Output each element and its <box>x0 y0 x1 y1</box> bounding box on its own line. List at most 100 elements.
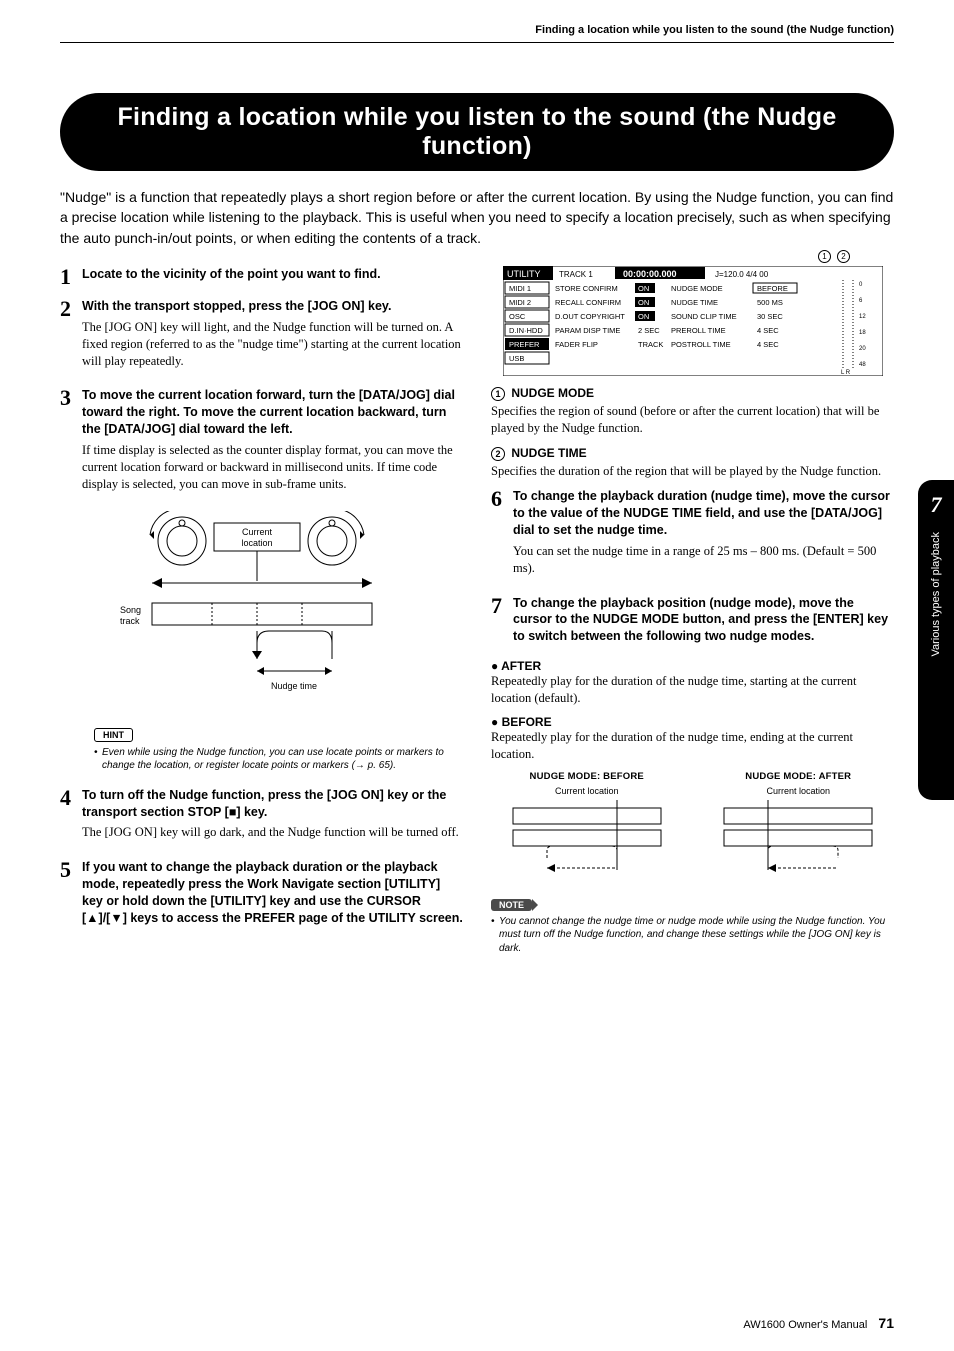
svg-text:FADER FLIP: FADER FLIP <box>555 340 598 349</box>
callout-1-ref: 1 <box>491 387 505 401</box>
running-header: Finding a location while you listen to t… <box>60 24 894 43</box>
svg-text:ON: ON <box>638 298 649 307</box>
step-text: If time display is selected as the count… <box>82 442 463 493</box>
mode-after-title: NUDGE MODE: AFTER <box>703 771 895 782</box>
svg-text:48: 48 <box>859 362 866 368</box>
step-5: 5 If you want to change the playback dur… <box>60 859 463 931</box>
callout-2-ref: 2 <box>491 447 505 461</box>
svg-text:USB: USB <box>509 354 524 363</box>
svg-text:TRACK: TRACK <box>638 340 663 349</box>
intro-text: "Nudge" is a function that repeatedly pl… <box>60 187 894 248</box>
mode-before-text: Repeatedly play for the duration of the … <box>491 729 894 763</box>
svg-text:20: 20 <box>859 346 866 352</box>
svg-text:18: 18 <box>859 330 866 336</box>
step-heading: To change the playback duration (nudge t… <box>513 488 894 539</box>
step-heading: If you want to change the playback durat… <box>82 859 463 927</box>
param-text: Specifies the duration of the region tha… <box>491 463 894 480</box>
svg-text:D.IN·HDD: D.IN·HDD <box>509 326 543 335</box>
param-nudge-mode: 1 NUDGE MODE <box>491 386 894 401</box>
hint-label: HINT <box>94 728 133 742</box>
step-2: 2 With the transport stopped, press the … <box>60 298 463 378</box>
svg-text:POSTROLL TIME: POSTROLL TIME <box>671 340 731 349</box>
step-4: 4 To turn off the Nudge function, press … <box>60 787 463 850</box>
left-column: 1 Locate to the vicinity of the point yo… <box>60 266 463 969</box>
param-nudge-time: 2 NUDGE TIME <box>491 446 894 461</box>
page-number: 71 <box>878 1315 894 1331</box>
song-track-label: Song <box>120 605 141 615</box>
svg-text:SOUND CLIP TIME: SOUND CLIP TIME <box>671 312 737 321</box>
note-box: NOTE You cannot change the nudge time or… <box>491 895 894 956</box>
svg-text:MIDI 1: MIDI 1 <box>509 284 531 293</box>
param-text: Specifies the region of sound (before or… <box>491 403 894 437</box>
step-text: You can set the nudge time in a range of… <box>513 543 894 577</box>
svg-text:UTILITY: UTILITY <box>507 269 541 279</box>
chapter-number: 7 <box>931 492 942 518</box>
step-heading: To move the current location forward, tu… <box>82 387 463 438</box>
step-number: 6 <box>491 488 513 584</box>
svg-text:00:00:00.000: 00:00:00.000 <box>623 269 677 279</box>
utility-screen: 1 2 UTILITY TRACK 1 00:00:00.000 J=120.0… <box>491 266 894 376</box>
step-6: 6 To change the playback duration (nudge… <box>491 488 894 584</box>
manual-name: AW1600 Owner's Manual <box>743 1319 867 1331</box>
mode-diagrams: NUDGE MODE: BEFORE Current location NUDG… <box>491 771 894 885</box>
mode-before-head: BEFORE <box>491 715 894 729</box>
step-number: 1 <box>60 266 82 288</box>
svg-text:PREROLL TIME: PREROLL TIME <box>671 326 726 335</box>
svg-text:PARAM DISP TIME: PARAM DISP TIME <box>555 326 620 335</box>
svg-text:STORE CONFIRM: STORE CONFIRM <box>555 284 618 293</box>
chapter-label: Various types of playback <box>930 532 942 657</box>
page-title: Finding a location while you listen to t… <box>60 93 894 171</box>
jog-diagram: Current location Song track <box>60 511 463 711</box>
svg-text:BEFORE: BEFORE <box>757 284 788 293</box>
page-footer: AW1600 Owner's Manual 71 <box>743 1315 894 1331</box>
svg-text:4 SEC: 4 SEC <box>757 326 779 335</box>
svg-text:D.OUT COPYRIGHT: D.OUT COPYRIGHT <box>555 312 625 321</box>
svg-text:ON: ON <box>638 312 649 321</box>
current-location-cap: Current location <box>491 786 683 796</box>
current-location-label: Current <box>241 527 272 537</box>
step-7: 7 To change the playback position (nudge… <box>491 595 894 650</box>
svg-text:TRACK 1: TRACK 1 <box>559 270 593 279</box>
svg-text:MIDI 2: MIDI 2 <box>509 298 531 307</box>
step-number: 2 <box>60 298 82 378</box>
hint-box: HINT Even while using the Nudge function… <box>94 725 463 773</box>
mode-before-title: NUDGE MODE: BEFORE <box>491 771 683 782</box>
step-number: 4 <box>60 787 82 850</box>
mode-after-head: AFTER <box>491 659 894 673</box>
svg-text:12: 12 <box>859 314 866 320</box>
step-heading: Locate to the vicinity of the point you … <box>82 266 463 283</box>
callout-2: 2 <box>837 250 850 263</box>
current-location-cap: Current location <box>703 786 895 796</box>
nudge-time-label: Nudge time <box>270 681 316 691</box>
mode-after-text: Repeatedly play for the duration of the … <box>491 673 894 707</box>
svg-text:ON: ON <box>638 284 649 293</box>
svg-text:4 SEC: 4 SEC <box>757 340 779 349</box>
step-number: 3 <box>60 387 82 500</box>
callout-1: 1 <box>818 250 831 263</box>
svg-text:NUDGE MODE: NUDGE MODE <box>671 284 723 293</box>
svg-text:track: track <box>120 616 140 626</box>
svg-text:30 SEC: 30 SEC <box>757 312 783 321</box>
right-column: 1 2 UTILITY TRACK 1 00:00:00.000 J=120.0… <box>491 266 894 969</box>
note-text: You cannot change the nudge time or nudg… <box>491 915 894 956</box>
svg-text:NUDGE TIME: NUDGE TIME <box>671 298 718 307</box>
svg-text:L R: L R <box>841 370 851 376</box>
svg-text:J=120.0 4/4 00: J=120.0 4/4 00 <box>715 270 769 279</box>
step-number: 5 <box>60 859 82 931</box>
svg-text:500 MS: 500 MS <box>757 298 783 307</box>
step-text: The [JOG ON] key will go dark, and the N… <box>82 824 463 841</box>
step-heading: With the transport stopped, press the [J… <box>82 298 463 315</box>
step-number: 7 <box>491 595 513 650</box>
hint-text: Even while using the Nudge function, you… <box>94 746 463 773</box>
svg-text:2 SEC: 2 SEC <box>638 326 660 335</box>
step-heading: To change the playback position (nudge m… <box>513 595 894 646</box>
svg-text:PREFER: PREFER <box>509 340 540 349</box>
chapter-tab: 7 Various types of playback <box>918 480 954 800</box>
note-label: NOTE <box>491 899 532 911</box>
step-text: The [JOG ON] key will light, and the Nud… <box>82 319 463 370</box>
svg-text:RECALL CONFIRM: RECALL CONFIRM <box>555 298 621 307</box>
svg-text:location: location <box>241 538 272 548</box>
svg-text:OSC: OSC <box>509 312 526 321</box>
step-3: 3 To move the current location forward, … <box>60 387 463 500</box>
step-heading: To turn off the Nudge function, press th… <box>82 787 463 821</box>
